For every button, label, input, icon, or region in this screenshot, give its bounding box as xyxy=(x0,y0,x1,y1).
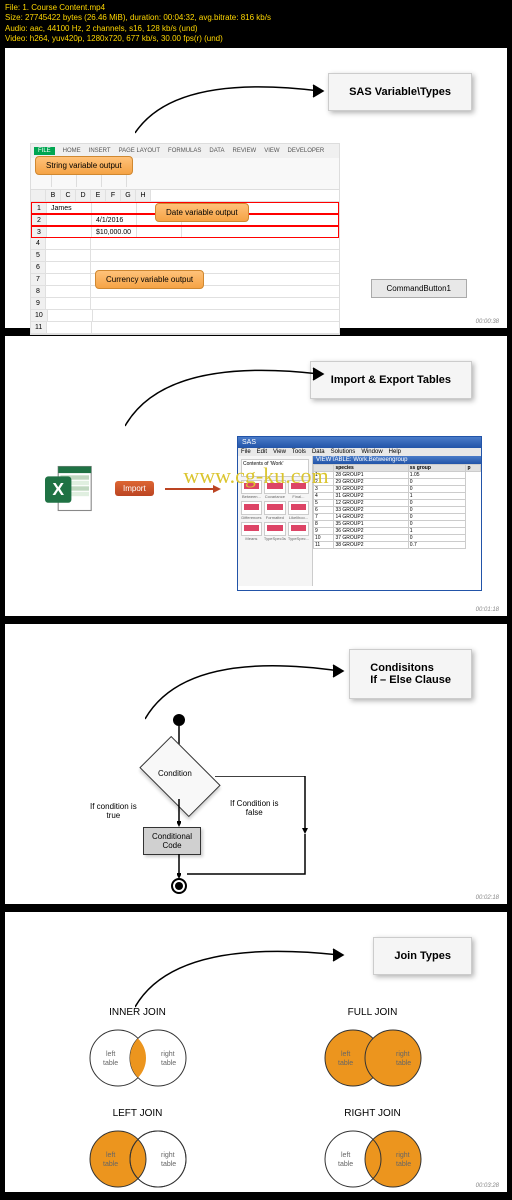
venn-diagram-grid: INNER JOIN lefttable righttable FULL JOI… xyxy=(35,1007,475,1194)
svg-text:X: X xyxy=(52,479,64,499)
excel-tab: INSERT xyxy=(89,148,111,154)
svg-text:right: right xyxy=(396,1152,410,1159)
file-info-line4: Video: h264, yuv420p, 1280x720, 677 kb/s… xyxy=(5,34,507,44)
flowchart: Condition If condition is true If Condit… xyxy=(55,714,355,894)
flowchart-end-icon xyxy=(171,878,187,894)
excel-icon: X xyxy=(45,461,100,516)
flowchart-condition-label: Condition xyxy=(158,769,192,778)
callout-currency: Currency variable output xyxy=(95,270,204,289)
cell-currency: $10,000.00 xyxy=(92,227,137,237)
venn-inner-join: INNER JOIN lefttable righttable xyxy=(35,1007,240,1093)
import-button: Import xyxy=(115,481,154,496)
panel-import-export: Import & Export Tables X Import SAS File… xyxy=(5,336,507,616)
excel-tab: PAGE LAYOUT xyxy=(119,148,160,154)
panel-title: Join Types xyxy=(373,937,472,975)
callout-date: Date variable output xyxy=(155,203,249,222)
command-button: CommandButton1 xyxy=(371,279,467,298)
excel-tab: DATA xyxy=(209,148,224,154)
svg-text:table: table xyxy=(103,1060,118,1067)
excel-tab-file: FILE xyxy=(34,147,55,155)
svg-text:table: table xyxy=(396,1060,411,1067)
svg-text:table: table xyxy=(338,1060,353,1067)
timestamp: 00:02:18 xyxy=(476,895,499,901)
svg-text:left: left xyxy=(106,1051,115,1058)
panel-sas-variable-types: SAS Variable\Types FILE HOME INSERT PAGE… xyxy=(5,48,507,328)
flowchart-start-icon xyxy=(173,714,185,726)
excel-tab: FORMULAS xyxy=(168,148,201,154)
svg-text:table: table xyxy=(396,1161,411,1168)
file-info-line1: File: 1. Course Content.mp4 xyxy=(5,3,507,13)
file-info-line2: Size: 27745422 bytes (26.46 MiB), durati… xyxy=(5,13,507,23)
venn-right-join: RIGHT JOIN lefttable righttable xyxy=(270,1108,475,1194)
excel-tab: HOME xyxy=(63,148,81,154)
cell-name: James xyxy=(47,203,92,213)
svg-text:table: table xyxy=(161,1161,176,1168)
sas-title-bar: SAS xyxy=(238,437,481,448)
svg-text:right: right xyxy=(396,1051,410,1058)
sas-viewtable-title: VIEWTABLE: Work.Betweengroup xyxy=(313,456,481,464)
flowchart-false-label: If Condition is false xyxy=(230,799,278,817)
panel-join-types: Join Types INNER JOIN lefttable righttab… xyxy=(5,912,507,1192)
svg-text:table: table xyxy=(161,1060,176,1067)
excel-tab: VIEW xyxy=(264,148,279,154)
panel-conditions: Condisitons If – Else Clause Condition I… xyxy=(5,624,507,904)
excel-tab: DEVELOPER xyxy=(288,148,325,154)
sas-thumbnails: Between... Covariance Final... Differenc… xyxy=(241,480,309,541)
sas-window: SAS FileEditViewToolsDataSolutionsWindow… xyxy=(237,436,482,591)
timestamp: 00:03:28 xyxy=(476,1183,499,1189)
callout-string: String variable output xyxy=(35,156,133,175)
flowchart-true-label: If condition is true xyxy=(90,802,137,820)
watermark: www.cg-ku.com xyxy=(183,463,328,489)
svg-text:right: right xyxy=(161,1152,175,1159)
venn-left-join: LEFT JOIN lefttable righttable xyxy=(35,1108,240,1194)
excel-tab: REVIEW xyxy=(233,148,257,154)
svg-text:table: table xyxy=(103,1161,118,1168)
panel-title: Import & Export Tables xyxy=(310,361,472,399)
sas-data-table: speciesss groupp 128 GROUP11.05 229 GROU… xyxy=(313,464,481,586)
svg-text:left: left xyxy=(106,1152,115,1159)
timestamp: 00:01:18 xyxy=(476,607,499,613)
svg-text:right: right xyxy=(161,1051,175,1058)
panel-title: Condisitons If – Else Clause xyxy=(349,649,472,699)
timestamp: 00:00:38 xyxy=(476,319,499,325)
sas-menu: FileEditViewToolsDataSolutionsWindowHelp xyxy=(238,448,481,456)
cell-date: 4/1/2016 xyxy=(92,215,137,225)
svg-text:table: table xyxy=(338,1161,353,1168)
panel-title: SAS Variable\Types xyxy=(328,73,472,111)
svg-text:left: left xyxy=(341,1051,350,1058)
svg-text:left: left xyxy=(341,1152,350,1159)
file-info-line3: Audio: aac, 44100 Hz, 2 channels, s16, 1… xyxy=(5,24,507,34)
venn-full-join: FULL JOIN lefttable righttable xyxy=(270,1007,475,1093)
